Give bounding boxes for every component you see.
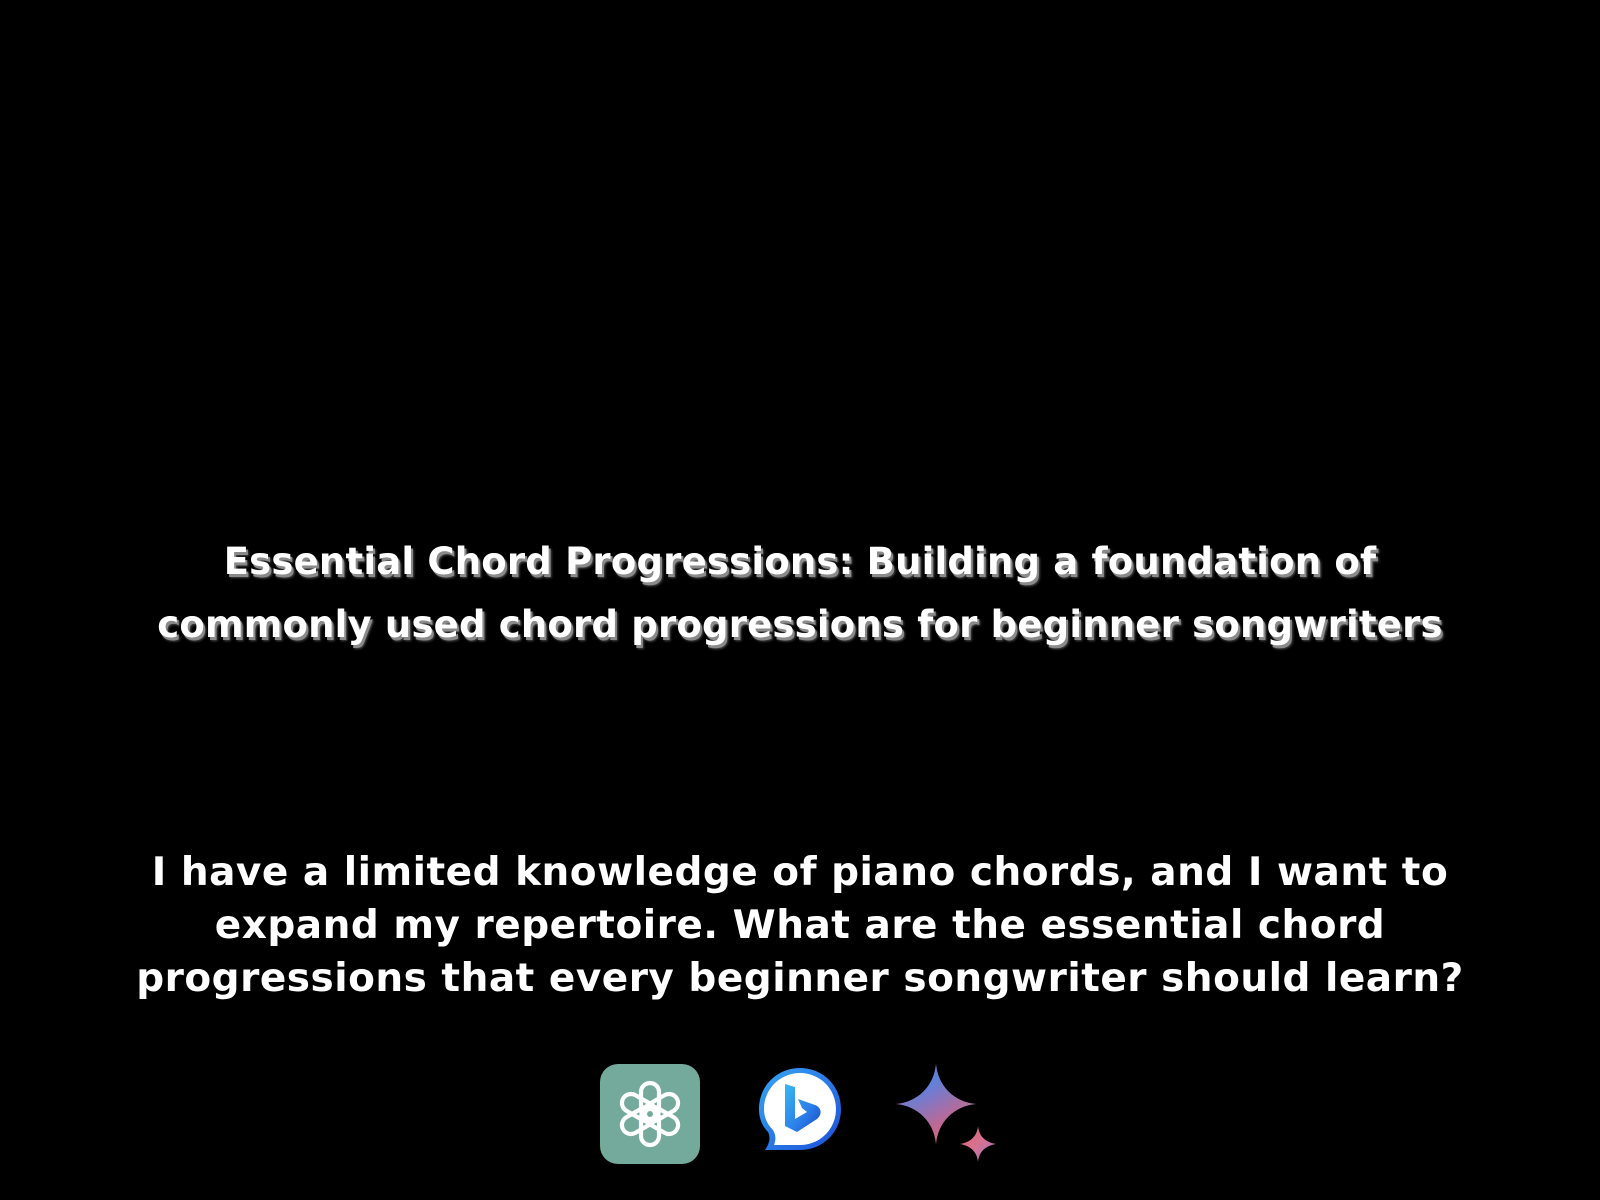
prompt-line-1: I have a limited knowledge of piano chor… [151,850,1449,895]
gemini-sparkle-icon [896,1064,996,1164]
chatgpt-icon [600,1064,700,1164]
title-line-2: commonly used chord progressions for beg… [157,603,1443,646]
prompt-text: I have a limited knowledge of piano chor… [130,846,1470,1005]
prompt-line-3: progressions that every beginner songwri… [136,956,1464,1001]
ai-logos-row [600,1064,1020,1174]
title-line-1: Essential Chord Progressions: Building a… [223,540,1377,583]
prompt-line-2: expand my repertoire. What are the essen… [214,903,1386,948]
bing-chat-icon [755,1064,855,1164]
page-title: Essential Chord Progressions: Building a… [120,530,1480,656]
